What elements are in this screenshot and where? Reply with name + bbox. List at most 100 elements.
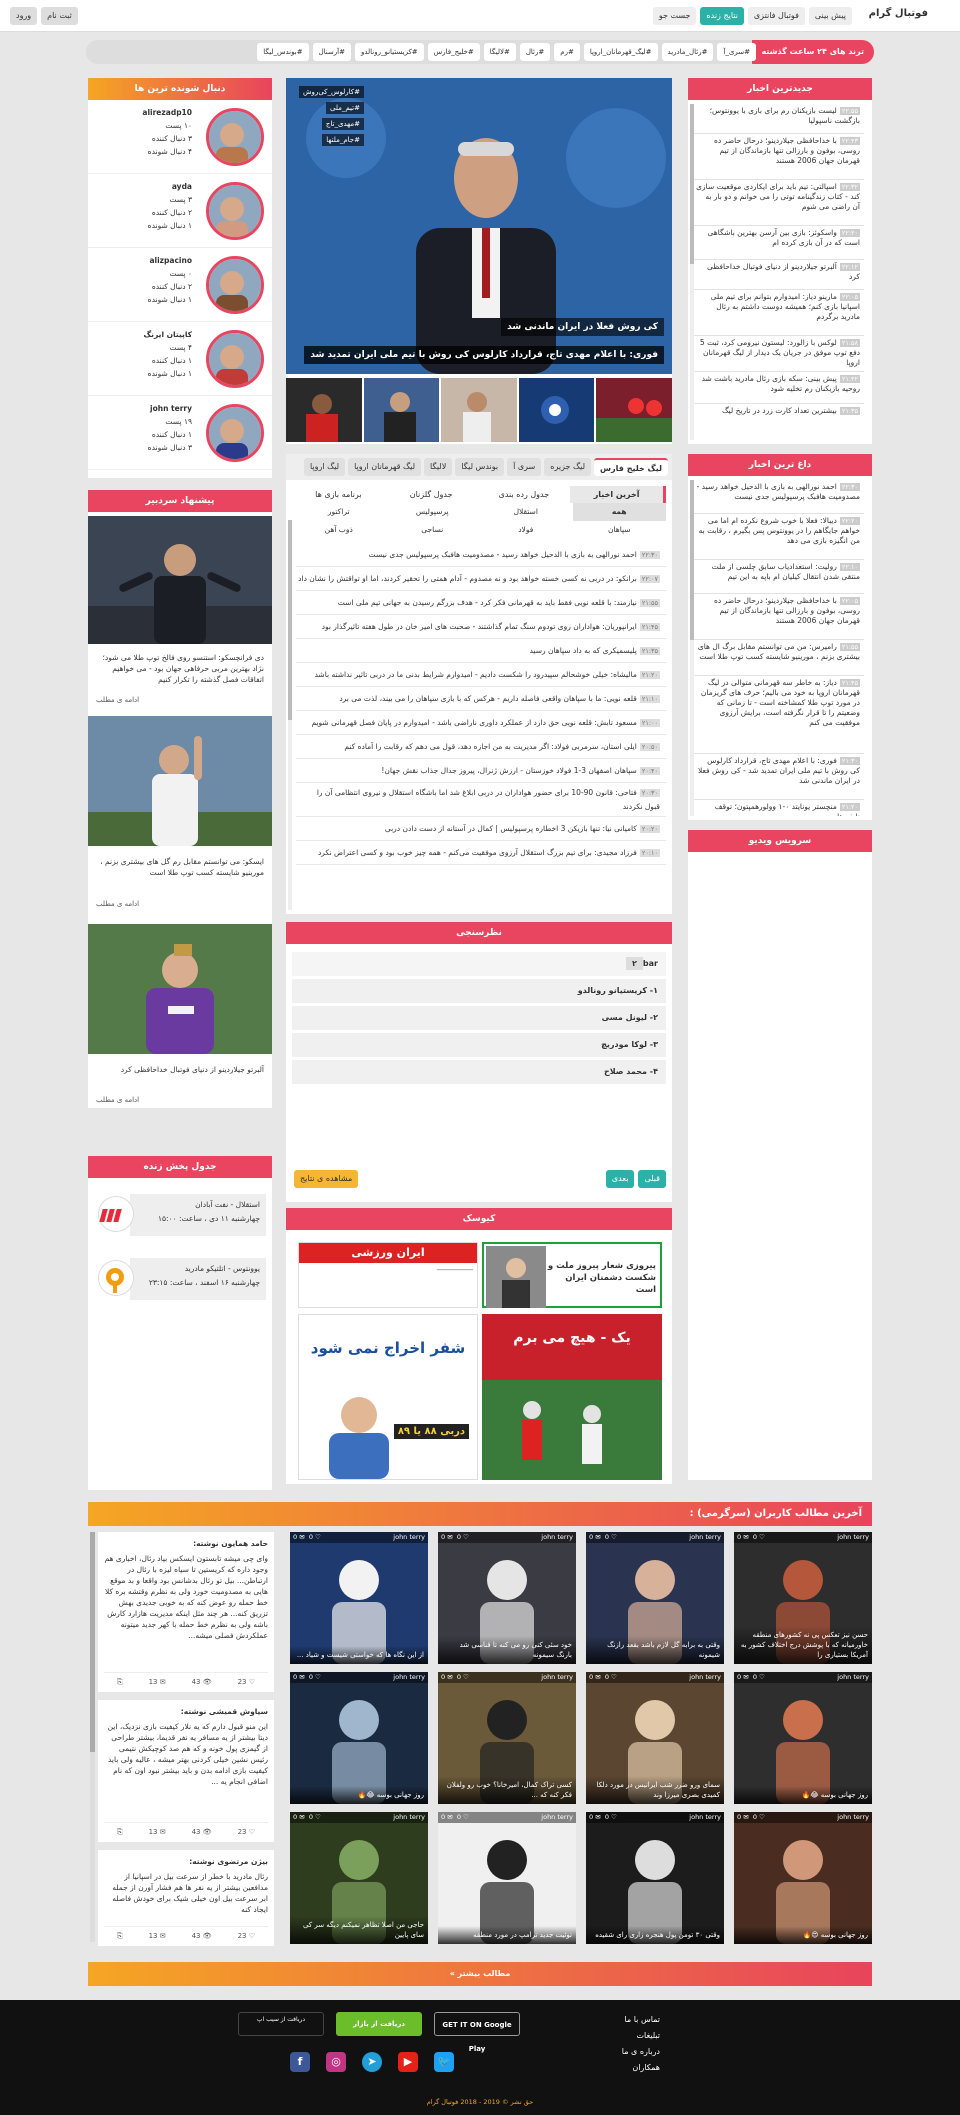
slider-tag[interactable]: #کارلوس_کی‌روش — [299, 86, 364, 98]
footer-link-partners[interactable]: همکاران — [622, 2060, 660, 2076]
like-icon[interactable]: ♡ — [463, 1673, 469, 1681]
like-stat[interactable]: ♡ 23 — [238, 1931, 255, 1942]
post-author[interactable]: john terry — [393, 1673, 425, 1681]
slider-thumb[interactable] — [363, 378, 440, 442]
news-item[interactable]: ۲۲:۳۰احمد نورالهی به بازی با الدحیل خواه… — [692, 480, 864, 514]
tab-bundesliga[interactable]: بوندس لیگا — [455, 458, 505, 476]
news-item[interactable]: ۲۲:۲۰واسکوئز: بازی بین آرسن بهترین باشگا… — [692, 226, 864, 260]
editorial-item[interactable]: دی فرانچسکو: استنسو روی فالخ توپ طلا می … — [88, 512, 272, 712]
like-icon[interactable]: ♡ — [611, 1813, 617, 1821]
user-post-tile[interactable]: john terry ♡ 0 ✉ 0 خود سئی کنی رو می کنه… — [438, 1532, 576, 1664]
subtab-latest-news[interactable]: آخرین اخبار — [570, 486, 666, 503]
news-item[interactable]: ۲۲:۲۰دیبالا: فعلا با خوب شروع نکرده ام ا… — [692, 514, 864, 560]
comment-icon[interactable]: ✉ — [595, 1813, 600, 1821]
like-icon[interactable]: ♡ — [759, 1533, 765, 1541]
team-filter-item[interactable]: فولاد — [479, 521, 573, 539]
sibapp-badge[interactable]: دریافت از سیب اپ — [238, 2012, 324, 2036]
league-news-item[interactable]: ۲۰:۱۰فرزاد مجیدی: برای تیم بزرگ استقلال … — [296, 841, 666, 865]
like-icon[interactable]: ♡ — [463, 1813, 469, 1821]
slider-tag[interactable]: #تیم_ملی — [326, 102, 364, 114]
like-icon[interactable]: ♡ — [315, 1813, 321, 1821]
league-news-item[interactable]: ۲۲:۳۰احمد نورالهی به بازی با الدحیل خواه… — [296, 543, 666, 567]
comment-icon[interactable]: ✉ — [595, 1673, 600, 1681]
comment-icon[interactable]: ✉ — [299, 1813, 304, 1821]
scrollbar[interactable] — [690, 480, 694, 816]
slider-tag[interactable]: #جام_ملتها — [322, 134, 364, 146]
reply-stat[interactable]: ✉ 13 — [149, 1827, 166, 1838]
live-match[interactable]: یوونتوس - اتلتیکو مادرید چهارشنبه ۱۶ اسفن… — [130, 1258, 266, 1300]
poll-option[interactable]: ۲- لیونل مسی — [292, 1006, 666, 1030]
comment-icon[interactable]: ✉ — [447, 1813, 452, 1821]
trend-tag[interactable]: #رم — [554, 43, 580, 61]
trend-tag[interactable]: #سری_آ — [717, 43, 756, 61]
like-icon[interactable]: ♡ — [315, 1673, 321, 1681]
scrollbar[interactable] — [690, 104, 694, 440]
team-filter-item[interactable]: تراکتور — [292, 503, 386, 521]
post-author[interactable]: john terry — [689, 1813, 721, 1821]
live-match[interactable]: استقلال - نفت آبادان چهارشنبه ۱۱ دی ، ساع… — [130, 1194, 266, 1236]
team-filter-item[interactable]: پرسپولیس — [386, 503, 480, 521]
league-news-item[interactable]: ۲۰:۲۰کامیانی نیا: تنها بازیکن 3 اخطاره پ… — [296, 817, 666, 841]
user-comment[interactable]: سیاوش قمیشی نوشته: این منو قبول دارم که … — [98, 1700, 274, 1842]
subtab-scorers[interactable]: جدول گلزنان — [385, 486, 478, 503]
read-more-link[interactable]: ادامه ی مطلب — [96, 900, 139, 908]
news-item[interactable]: ۲۱:۵۵رامیرس: من می توانستم مقابل برگ ال … — [692, 640, 864, 676]
league-news-item[interactable]: ۲۱:۰۰مسعود تابش: قلعه نویی حق دارد از عم… — [296, 711, 666, 735]
subtab-fixtures[interactable]: برنامه بازی ها — [292, 486, 385, 503]
tab-persian-gulf[interactable]: لیگ خلیج فارس — [594, 458, 668, 476]
league-news-item[interactable]: ۲۲:۰۷برانکو: در دربی نه کسی خسته خواهد ب… — [296, 567, 666, 591]
login-button[interactable]: ورود — [10, 7, 38, 25]
post-author[interactable]: john terry — [689, 1673, 721, 1681]
scrollbar[interactable] — [288, 520, 292, 910]
post-author[interactable]: john terry — [541, 1673, 573, 1681]
news-item[interactable]: ۲۲:۱۲آلبرتو جیلاردینو از دنیای فوتبال خد… — [692, 260, 864, 290]
news-item[interactable]: ۲۲:۵۵لیست بازیکنان رم برای بازی با یوونت… — [692, 104, 864, 134]
trend-tag[interactable]: #آرسنال — [312, 43, 351, 61]
newspaper-cover[interactable]: یک - هیچ می برم — [482, 1314, 662, 1480]
subtab-standings[interactable]: جدول رده بندی — [478, 486, 571, 503]
news-item[interactable]: ۲۱:۴۵دیاز: به خاطر سه قهرمانی متوالی در … — [692, 676, 864, 754]
reply-stat[interactable]: ✉ 13 — [149, 1931, 166, 1942]
read-more-link[interactable]: ادامه ی مطلب — [96, 696, 139, 704]
comment-icon[interactable]: ✉ — [447, 1533, 452, 1541]
league-news-item[interactable]: ۲۱:۲۰مالیشاه: خیلی خوشحالم سپیدرود را شک… — [296, 663, 666, 687]
news-item[interactable]: ۲۲:۱۰رولیت: استعدادیاب سابق چلسی از ملت … — [692, 560, 864, 594]
main-slider[interactable]: #کارلوس_کی‌روش #تیم_ملی #مهدی_تاج #جام_م… — [286, 78, 697, 444]
comment-icon[interactable]: ✉ — [743, 1533, 748, 1541]
followed-user[interactable]: alirezadp10 ۱۰ پست ۳ دنبال کننده ۴ دنبال… — [88, 100, 272, 174]
poll-option[interactable]: ۳- لوکا مودریچ — [292, 1033, 666, 1057]
like-stat[interactable]: ♡ 23 — [238, 1827, 255, 1838]
news-item[interactable]: ۲۲:۰۵مارینو دیاز: امیدوارم بتوانم برای ت… — [692, 290, 864, 336]
trend-tag[interactable]: #لیگ_قهرمانان_اروپا — [583, 43, 658, 61]
avatar[interactable] — [206, 404, 264, 462]
league-news-item[interactable]: ۲۱:۱۰قلعه نویی: ما با سپاهان واقعی فاصله… — [296, 687, 666, 711]
news-item[interactable]: ۲۱:۲۰منچستر یونایتد ۰-۱ وولورهمپتون؛ توق… — [692, 800, 864, 816]
team-filter-item[interactable]: ذوب آهن — [292, 521, 386, 539]
league-news-item[interactable]: ۲۱:۵۵نیازمند: با قلعه نویی فقط باید به ق… — [296, 591, 666, 615]
league-news-item[interactable]: ۲۰:۵۰ایلی استان، سرمربی فولاد: اگر مدیری… — [296, 735, 666, 759]
google-play-badge[interactable]: GET IT ON Google Play — [434, 2012, 520, 2053]
like-stat[interactable]: ♡ 23 — [238, 1677, 255, 1688]
user-post-tile[interactable]: john terry ♡ 0 ✉ 0 روز جهانی بوسه 😂🔥 — [290, 1672, 428, 1804]
poll-option[interactable]: ۴- محمد صلاح — [292, 1060, 666, 1084]
user-name[interactable]: john terry — [148, 402, 192, 415]
user-post-tile[interactable]: john terry ♡ 0 ✉ 0 وقتی به برابه گل لازم… — [586, 1532, 724, 1664]
avatar[interactable] — [206, 108, 264, 166]
post-author[interactable]: john terry — [689, 1533, 721, 1541]
instagram-icon[interactable]: ◎ — [326, 2052, 346, 2072]
editorial-item[interactable]: ایسکو: می توانستم مقابل رم گل های بیشتری… — [88, 712, 272, 924]
like-icon[interactable]: ♡ — [759, 1673, 765, 1681]
trend-tag[interactable]: #بوندس_لیگا — [257, 43, 309, 61]
poll-option[interactable]: ۱- کریستیانو رونالدو — [292, 979, 666, 1003]
user-post-tile[interactable]: john terry ♡ 0 ✉ 0 حسن نیز تعکس پی نه کش… — [734, 1532, 872, 1664]
post-author[interactable]: john terry — [541, 1813, 573, 1821]
twitter-icon[interactable]: 🐦 — [434, 2052, 454, 2072]
comment-author[interactable]: حامد همایون نوشته: — [193, 1539, 268, 1548]
slider-caption-1[interactable]: کی روش فعلا در ایران ماندنی شد — [501, 318, 664, 336]
tab-premier-league[interactable]: لیگ جزیره — [544, 458, 592, 476]
like-icon[interactable]: ♡ — [463, 1533, 469, 1541]
user-post-tile[interactable]: john terry ♡ 0 ✉ 0 سمای ورو ضرر شب ایران… — [586, 1672, 724, 1804]
footer-link-contact[interactable]: تماس با ما — [622, 2012, 660, 2028]
trend-tag[interactable]: #لالیگا — [483, 43, 516, 61]
post-author[interactable]: john terry — [837, 1813, 869, 1821]
